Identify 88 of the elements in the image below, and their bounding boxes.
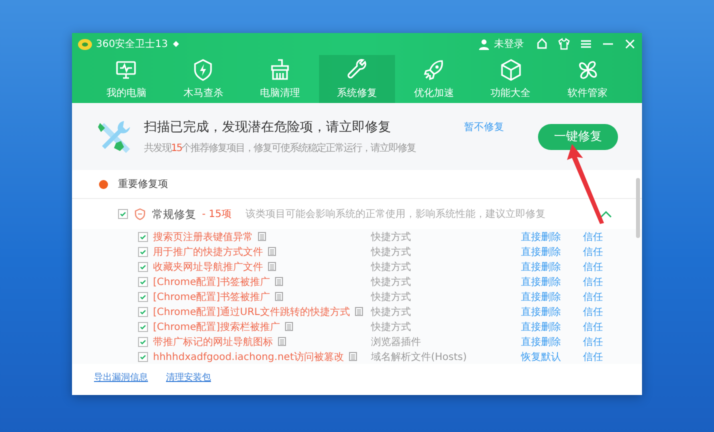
trust-link[interactable]: 信任: [583, 320, 636, 334]
logo-icon: [78, 38, 92, 50]
item-type: 域名解析文件(Hosts): [371, 350, 468, 364]
item-name: 带推广标记的网址导航图标: [153, 336, 273, 348]
item-name: [Chrome配置]搜索栏被推广: [153, 320, 280, 334]
item-name: 用于推广的快捷方式文件: [153, 246, 263, 258]
trust-link[interactable]: 信任: [583, 334, 636, 348]
checkbox[interactable]: [138, 276, 148, 286]
document-icon[interactable]: [258, 232, 266, 241]
monitor-icon: [114, 58, 138, 82]
scrollbar[interactable]: [636, 178, 640, 238]
menu-icon[interactable]: [580, 38, 592, 50]
document-icon[interactable]: [278, 337, 286, 346]
item-name: [Chrome配置]通过URL文件跳转的快捷方式: [153, 306, 350, 318]
trust-link[interactable]: 信任: [583, 230, 636, 244]
fix-all-button[interactable]: 一键修复: [538, 124, 618, 150]
trust-link[interactable]: 信任: [583, 290, 636, 304]
item-type: 快捷方式: [371, 246, 412, 258]
scan-result-title: 扫描已完成，发现潜在危险项，请立即修复: [144, 119, 392, 136]
item-type: 浏览器插件: [371, 336, 422, 348]
nav-tab[interactable]: 功能大全: [472, 55, 550, 103]
item-name: [Chrome配置]书签被推广: [153, 290, 270, 304]
delete-link[interactable]: 直接删除: [521, 274, 583, 288]
checkbox[interactable]: [138, 246, 148, 256]
shirt-icon[interactable]: [558, 38, 570, 50]
nav-tab[interactable]: 木马查杀: [164, 55, 242, 103]
item-type: 快捷方式: [371, 306, 412, 318]
document-icon[interactable]: [285, 322, 294, 331]
diamond-icon: [172, 38, 180, 50]
delete-link[interactable]: 直接删除: [521, 290, 583, 304]
document-icon[interactable]: [268, 247, 276, 256]
document-icon[interactable]: [268, 262, 276, 271]
checkbox[interactable]: [138, 322, 148, 332]
window-title: 360安全卫士13: [96, 38, 168, 51]
section-title: 重要修复项: [118, 178, 168, 191]
checkbox[interactable]: [118, 209, 128, 219]
nav-tab[interactable]: 电脑清理: [242, 55, 319, 103]
delete-link[interactable]: 直接删除: [521, 260, 583, 274]
rocket-icon: [422, 58, 446, 82]
document-icon[interactable]: [275, 277, 284, 286]
skip-link[interactable]: 暂不修复: [464, 120, 504, 134]
trust-link[interactable]: 信任: [583, 304, 636, 318]
item-type: 快捷方式: [371, 276, 412, 288]
document-icon[interactable]: [275, 292, 284, 301]
item-name: 收藏夹网址导航推广文件: [153, 260, 263, 274]
item-type: 快捷方式: [371, 320, 412, 334]
nav-tab[interactable]: 软件管家: [549, 55, 626, 103]
delete-link[interactable]: 直接删除: [521, 320, 583, 334]
trust-link[interactable]: 信任: [583, 260, 636, 274]
warning-dot: [99, 180, 108, 188]
item-type: 快捷方式: [371, 230, 412, 244]
document-icon[interactable]: [354, 307, 363, 316]
trust-link[interactable]: 信任: [583, 244, 636, 258]
document-icon[interactable]: [348, 352, 357, 361]
checkbox[interactable]: [138, 262, 148, 272]
group-description: 该类项目可能会影响系统的正常使用，影响系统性能，建议立即修复: [246, 208, 547, 221]
tools-icon: [96, 118, 132, 154]
trust-link[interactable]: 信任: [583, 350, 636, 364]
item-type: 快捷方式: [371, 260, 412, 274]
group-count: - 15项: [202, 208, 232, 221]
footer-link[interactable]: 导出漏洞信息: [94, 371, 148, 384]
close-icon[interactable]: [624, 38, 636, 50]
checkbox[interactable]: [138, 292, 148, 302]
item-name: 搜索页注册表键值异常: [153, 230, 253, 244]
delete-link[interactable]: 直接删除: [521, 334, 583, 348]
trust-link[interactable]: 信任: [583, 274, 636, 288]
delete-link[interactable]: 直接删除: [521, 304, 583, 318]
group-title: 常规修复: [152, 206, 196, 222]
checkbox[interactable]: [138, 352, 148, 362]
nav-tab[interactable]: 优化加速: [395, 55, 472, 103]
item-type: 快捷方式: [371, 290, 412, 304]
nav-tab[interactable]: 系统修复: [318, 55, 396, 103]
shield-icon: [134, 208, 146, 220]
cube-icon: [498, 58, 523, 82]
item-name: [Chrome配置]书签被推广: [153, 276, 270, 288]
checkbox[interactable]: [138, 306, 148, 316]
footer-link[interactable]: 清理安装包: [166, 371, 211, 384]
checkbox[interactable]: [138, 336, 148, 346]
login-link[interactable]: 未登录: [494, 37, 524, 51]
user-icon[interactable]: [478, 38, 490, 50]
scan-summary: 共发现15个推荐修复项目，修复可使系统稳定正常运行，请立即修复: [144, 142, 417, 155]
checkbox[interactable]: [138, 232, 148, 242]
delete-link[interactable]: 直接删除: [521, 230, 583, 244]
collapse-icon[interactable]: [600, 210, 612, 218]
delete-link[interactable]: 恢复默认: [521, 350, 583, 364]
delete-link[interactable]: 直接删除: [521, 244, 583, 258]
nav-tab[interactable]: 我的电脑: [88, 55, 165, 103]
item-name: hhhhdxadfgood.iachong.net访问被篡改: [153, 350, 344, 364]
